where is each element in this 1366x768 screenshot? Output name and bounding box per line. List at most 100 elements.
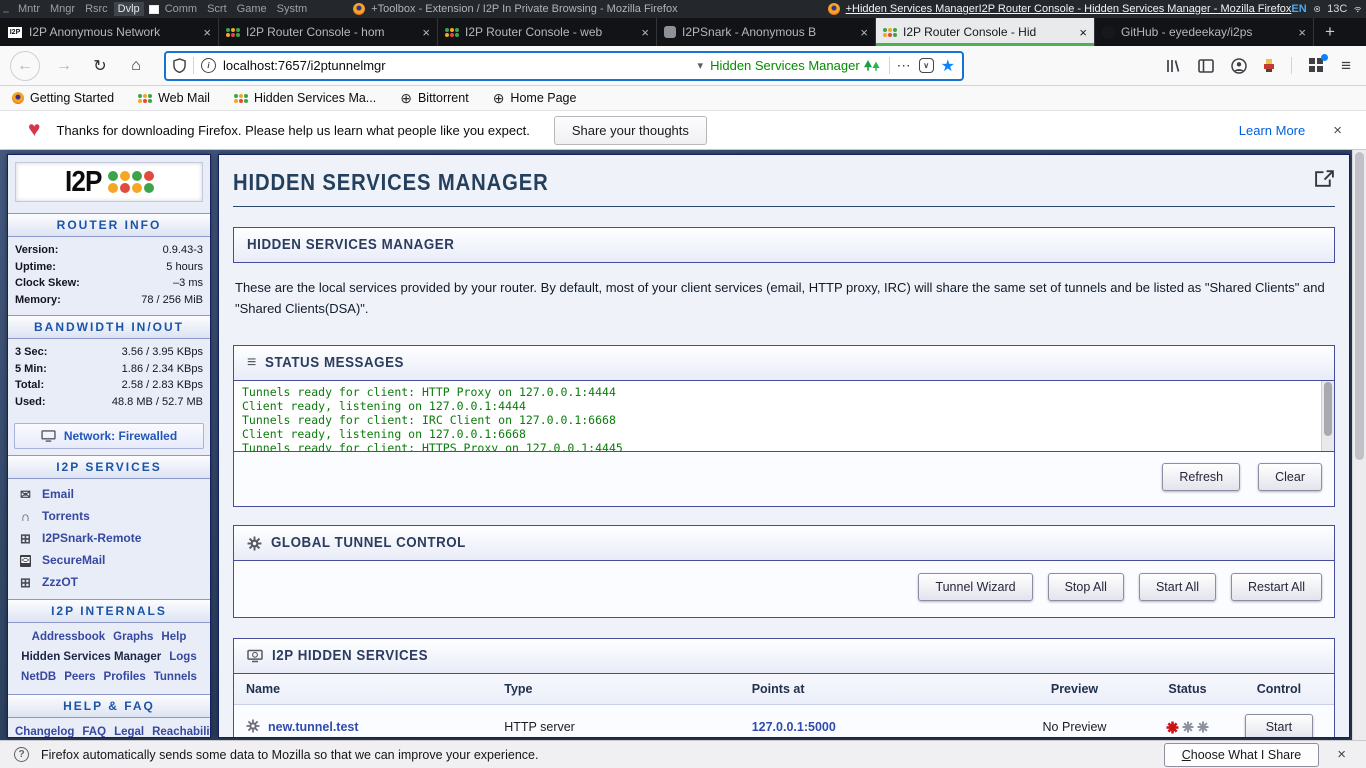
extensions-grid-icon[interactable] [1309, 58, 1324, 73]
wifi-icon[interactable] [1354, 4, 1362, 15]
taskbar-menu-item[interactable]: Systm [273, 2, 312, 16]
tunnel-wizard-button[interactable]: Tunnel Wizard [918, 573, 1032, 601]
gear-icon[interactable] [246, 719, 260, 736]
start-all-button[interactable]: Start All [1139, 573, 1216, 601]
sidebar-item-i2psnark-remote[interactable]: ⊞I2PSnark-Remote [8, 527, 210, 549]
keyboard-layout-indicator[interactable]: EN [1291, 3, 1306, 15]
link-tunnels[interactable]: Tunnels [154, 671, 197, 683]
link-hidden-services-manager-active[interactable]: Hidden Services Manager [21, 651, 161, 663]
tab-close-icon[interactable]: × [641, 25, 649, 40]
link-logs[interactable]: Logs [169, 651, 196, 663]
stop-all-button[interactable]: Stop All [1048, 573, 1124, 601]
row-label: Total: [15, 378, 44, 393]
back-button[interactable]: ← [10, 51, 40, 81]
bookmark-bittorrent[interactable]: ⊕Bittorrent [400, 91, 468, 105]
tab-close-icon[interactable]: × [422, 25, 430, 40]
tab-close-icon[interactable]: × [1298, 25, 1306, 40]
taskbar-menu-item[interactable]: Scrt [203, 2, 231, 16]
log-scrollbar-thumb[interactable] [1324, 382, 1332, 436]
i2p-logo[interactable]: I2P [15, 162, 203, 202]
restart-all-button[interactable]: Restart All [1231, 573, 1322, 601]
link-addressbook[interactable]: Addressbook [32, 631, 106, 643]
temperature-indicator[interactable]: 13C [1327, 3, 1347, 15]
sidebar-item-zzzot[interactable]: ⊞ZzzOT [8, 571, 210, 593]
shield-icon[interactable] [173, 58, 186, 73]
forward-button[interactable]: → [52, 54, 76, 78]
chevron-down-icon[interactable]: ▾ [698, 59, 704, 72]
tab-router-console-web[interactable]: I2P Router Console - web × [438, 18, 657, 46]
sidebar-item-securemail[interactable]: ✉SecureMail [8, 549, 210, 571]
network-disconnected-icon[interactable] [1314, 3, 1320, 15]
external-link-icon[interactable] [1314, 169, 1335, 188]
page-actions-more-icon[interactable]: ⋯ [897, 57, 912, 74]
bookmark-label: Bittorrent [418, 91, 469, 105]
link-changelog[interactable]: Changelog [15, 726, 74, 738]
link-netdb[interactable]: NetDB [21, 671, 56, 683]
taskbar-window-firefox-active[interactable]: +Hidden Services ManagerI2P Router Conso… [828, 3, 1292, 15]
link-reachability[interactable]: Reachability [152, 726, 211, 738]
link-graphs[interactable]: Graphs [113, 631, 153, 643]
home-button[interactable]: ⌂ [124, 54, 148, 78]
tab-close-icon[interactable]: × [203, 25, 211, 40]
points-at-link[interactable]: 127.0.0.1:5000 [752, 720, 836, 734]
sidebar-toggle-icon[interactable] [1198, 59, 1214, 73]
link-profiles[interactable]: Profiles [104, 671, 146, 683]
taskbar-menu-item[interactable]: Mntr [14, 2, 44, 16]
refresh-button[interactable]: Refresh [1162, 463, 1240, 491]
info-row: Total:2.58 / 2.83 KBps [8, 377, 210, 394]
tab-close-icon[interactable]: × [860, 25, 868, 40]
taskbar-window-firefox-toolbox[interactable]: +Toolbox - Extension / I2P In Private Br… [353, 3, 677, 15]
hamburger-menu-icon[interactable]: ≡ [1341, 56, 1351, 76]
sidebar-item-email[interactable]: ✉Email [8, 483, 210, 505]
library-icon[interactable] [1165, 58, 1181, 74]
tunnel-name-link[interactable]: new.tunnel.test [268, 720, 359, 734]
pocket-icon[interactable]: ∨ [919, 58, 934, 73]
workspace-indicator-icon[interactable] [149, 5, 159, 14]
notification-close-icon[interactable]: × [1333, 122, 1342, 139]
tab-github[interactable]: GitHub - eyedeekay/i2ps × [1095, 18, 1314, 46]
url-text[interactable]: localhost:7657/i2ptunnelmgr [223, 58, 691, 73]
clear-button[interactable]: Clear [1258, 463, 1322, 491]
learn-more-link[interactable]: Learn More [1239, 123, 1305, 138]
log-line: Client ready, listening on 127.0.0.1:666… [242, 427, 1312, 441]
status-log[interactable]: Tunnels ready for client: HTTP Proxy on … [234, 380, 1334, 452]
taskbar-menu-item[interactable]: Rsrc [81, 2, 112, 16]
bookmark-hidden-services[interactable]: Hidden Services Ma... [234, 91, 376, 105]
tab-title: I2P Router Console - web [465, 25, 635, 39]
url-bar[interactable]: i localhost:7657/i2ptunnelmgr ▾ Hidden S… [164, 51, 964, 81]
bookmark-getting-started[interactable]: Getting Started [12, 91, 114, 105]
tab-close-icon[interactable]: × [1079, 25, 1087, 40]
tab-router-console-home[interactable]: I2P Router Console - hom × [219, 18, 438, 46]
link-legal[interactable]: Legal [114, 726, 144, 738]
page-scrollbar[interactable] [1352, 150, 1366, 740]
info-row: Memory:78 / 256 MiB [8, 292, 210, 309]
taskbar-menu-item-active[interactable]: Dvlp [114, 2, 144, 16]
link-peers[interactable]: Peers [64, 671, 95, 683]
tab-i2psnark[interactable]: I2PSnark - Anonymous B × [657, 18, 876, 46]
share-thoughts-button[interactable]: Share your thoughts [554, 116, 707, 145]
choose-what-i-share-button[interactable]: Choose What I Share [1164, 743, 1320, 767]
reload-button[interactable]: ↻ [88, 54, 112, 78]
taskbar-menu-item[interactable]: Game [233, 2, 271, 16]
page-scrollbar-thumb[interactable] [1355, 152, 1364, 460]
new-tab-button[interactable]: + [1314, 18, 1346, 46]
link-help[interactable]: Help [161, 631, 186, 643]
taskbar-menu-item[interactable]: Comm [161, 2, 201, 16]
page-action-label[interactable]: Hidden Services Manager [710, 58, 882, 73]
bookmark-home-page[interactable]: ⊕Home Page [493, 91, 577, 105]
tab-hidden-services-manager-active[interactable]: I2P Router Console - Hid × [876, 18, 1095, 46]
start-button[interactable]: Start [1245, 714, 1313, 738]
monitor-globe-icon [247, 649, 263, 663]
site-info-icon[interactable]: i [201, 58, 216, 73]
taskbar-menu-item[interactable]: Mngr [46, 2, 79, 16]
network-status[interactable]: Network: Firewalled [14, 423, 204, 449]
bookmark-star-icon[interactable]: ★ [941, 56, 955, 76]
link-faq[interactable]: FAQ [82, 726, 106, 738]
sidebar-item-torrents[interactable]: ∩Torrents [8, 505, 210, 527]
data-bar-close-icon[interactable]: × [1337, 746, 1346, 763]
log-scrollbar[interactable] [1321, 381, 1334, 451]
tab-i2p-anonymous-network[interactable]: I2P I2P Anonymous Network × [0, 18, 219, 46]
account-icon[interactable] [1231, 58, 1247, 74]
extension-character-icon[interactable] [1264, 59, 1274, 72]
bookmark-web-mail[interactable]: Web Mail [138, 91, 210, 105]
